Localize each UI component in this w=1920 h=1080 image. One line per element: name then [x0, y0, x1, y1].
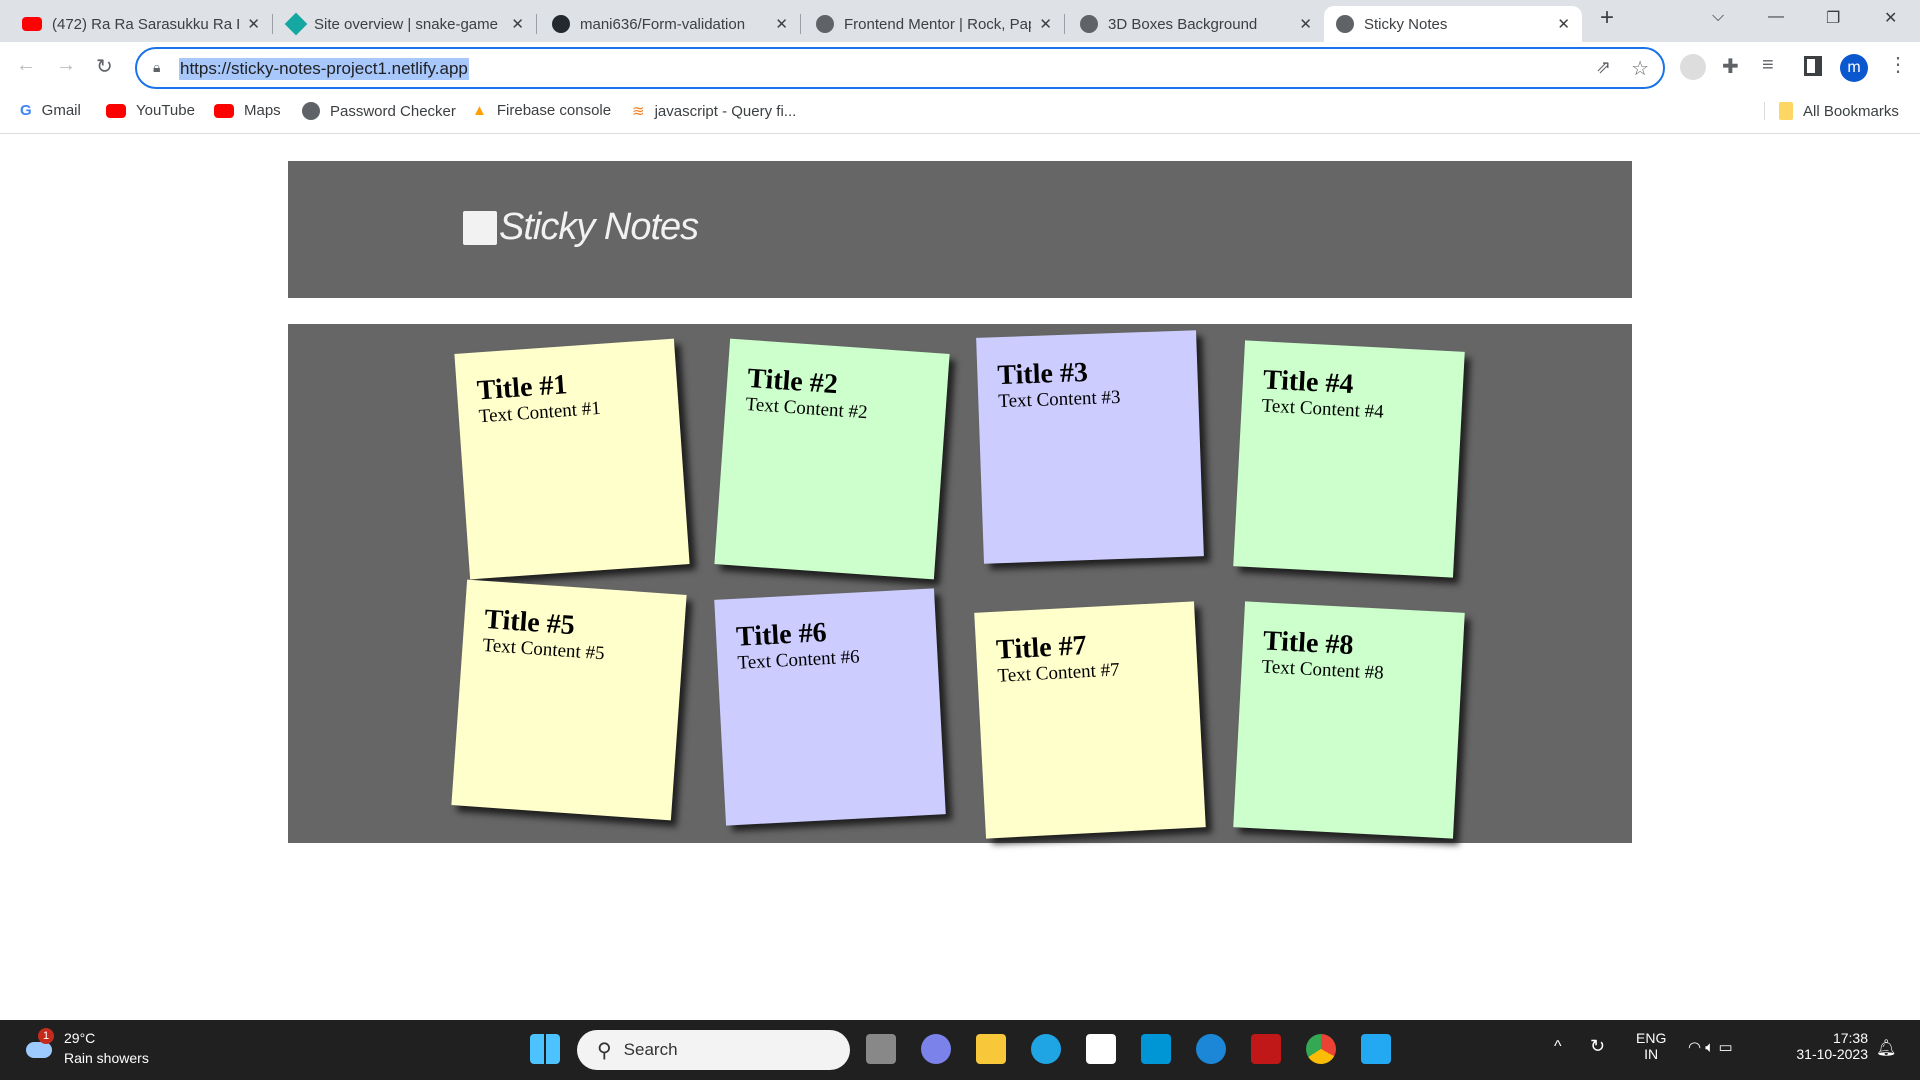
restore-button[interactable]: ❐: [1826, 8, 1840, 28]
menu-icon[interactable]: ⋮: [1888, 52, 1908, 77]
chrome-icon[interactable]: [1306, 1034, 1336, 1064]
globe-icon: [302, 102, 320, 120]
url-text[interactable]: https://sticky-notes-project1.netlify.ap…: [179, 58, 469, 80]
sticky-note[interactable]: Title #7 Text Content #7: [974, 601, 1206, 839]
address-bar[interactable]: 🔒︎ https://sticky-notes-project1.netlify…: [135, 47, 1665, 89]
netlify-icon: [284, 12, 308, 36]
folder-icon: [1779, 102, 1793, 120]
wifi-icon: ◠: [1688, 1039, 1702, 1056]
tab-frontend-mentor[interactable]: Frontend Mentor | Rock, Paper ✕: [804, 6, 1064, 42]
bookmark-star-icon[interactable]: ☆: [1631, 56, 1649, 81]
taskbar: 1 29°C Rain showers ⚲ Search ^ ↻ ENG IN ◠ …: [0, 1020, 1920, 1080]
volume-icon: 🔈︎: [1705, 1039, 1715, 1056]
vscode-icon[interactable]: [1361, 1034, 1391, 1064]
google-icon: G: [20, 102, 32, 119]
close-tab-icon[interactable]: ✕: [1039, 15, 1052, 33]
windows-start-icon[interactable]: [530, 1034, 560, 1064]
weather-temp[interactable]: 29°C: [64, 1030, 95, 1046]
close-tab-icon[interactable]: ✕: [1299, 15, 1312, 33]
tab-sticky-notes[interactable]: Sticky Notes ✕: [1324, 6, 1582, 42]
tab-netlify[interactable]: Site overview | snake-game ✕: [276, 6, 536, 42]
close-window-button[interactable]: ✕: [1884, 8, 1897, 28]
profile-avatar[interactable]: m: [1840, 54, 1868, 82]
bookmarks-bar: G Gmail YouTube Maps Password Checker ▲ Fi…: [0, 92, 1920, 134]
tab-github[interactable]: mani636/Form-validation ✕: [540, 6, 800, 42]
logo: Sticky Notes: [463, 206, 699, 249]
bookmark-gmail[interactable]: G Gmail: [20, 102, 81, 119]
microsoft-store-icon[interactable]: [1086, 1034, 1116, 1064]
myhp-icon[interactable]: [1141, 1034, 1171, 1064]
firebase-icon: ▲: [472, 102, 487, 119]
globe-icon: [1336, 15, 1354, 33]
globe-icon: [1080, 15, 1098, 33]
sticky-note[interactable]: Title #5 Text Content #5: [451, 579, 687, 821]
sticky-note[interactable]: Title #2 Text Content #2: [714, 338, 950, 580]
clock[interactable]: 17:38 31-10-2023: [1788, 1030, 1868, 1062]
tab-youtube[interactable]: (472) Ra Ra Sarasukku Ra Ra ✕: [10, 6, 272, 42]
teams-chat-icon[interactable]: [921, 1034, 951, 1064]
get-help-icon[interactable]: [1196, 1034, 1226, 1064]
bookmark-stackoverflow[interactable]: ≋ javascript - Query fi...: [632, 102, 796, 121]
battery-icon: ▭: [1718, 1039, 1733, 1056]
media-control-icon[interactable]: ≡: [1762, 54, 1774, 77]
edge-icon[interactable]: [1031, 1034, 1061, 1064]
language-indicator[interactable]: ENG IN: [1636, 1030, 1666, 1062]
reload-button[interactable]: ↻: [96, 54, 113, 79]
taskbar-search[interactable]: ⚲ Search: [577, 1030, 850, 1070]
notes-board: Title #1 Text Content #1 Title #2 Text Cont…: [288, 324, 1632, 843]
bookmark-youtube[interactable]: YouTube: [106, 102, 195, 119]
sync-icon[interactable]: ↻: [1590, 1036, 1605, 1057]
globe-icon: [816, 15, 834, 33]
tab-search-icon[interactable]: ⌵: [1712, 8, 1724, 26]
minimize-button[interactable]: —: [1768, 8, 1784, 26]
task-view-icon[interactable]: [866, 1034, 896, 1064]
youtube-icon: [22, 17, 42, 31]
bookmark-maps[interactable]: Maps: [214, 102, 281, 119]
page-header: Sticky Notes: [288, 161, 1632, 298]
stackoverflow-icon: ≋: [632, 103, 645, 120]
file-explorer-icon[interactable]: [976, 1034, 1006, 1064]
side-panel-icon[interactable]: [1804, 56, 1822, 76]
page-title: Sticky Notes: [499, 206, 699, 248]
back-button[interactable]: ←: [16, 54, 36, 77]
github-icon: [552, 15, 570, 33]
sticky-note[interactable]: Title #8 Text Content #8: [1233, 601, 1465, 839]
show-hidden-icons[interactable]: ^: [1554, 1038, 1562, 1056]
sticky-note[interactable]: Title #6 Text Content #6: [714, 588, 946, 826]
weather-badge: 1: [38, 1028, 54, 1044]
bookmark-password-checker[interactable]: Password Checker: [302, 102, 456, 120]
weather-icon[interactable]: 1: [22, 1028, 56, 1066]
sticky-note-icon: [463, 210, 497, 245]
forward-button[interactable]: →: [56, 54, 76, 77]
mcafee-icon[interactable]: [1251, 1034, 1281, 1064]
sticky-note[interactable]: Title #4 Text Content #4: [1233, 340, 1465, 578]
sticky-note[interactable]: Title #1 Text Content #1: [454, 338, 690, 580]
sticky-note[interactable]: Title #3 Text Content #3: [976, 330, 1204, 564]
extensions-puzzle-icon[interactable]: ✚: [1722, 54, 1739, 79]
weather-desc[interactable]: Rain showers: [64, 1050, 149, 1066]
network-volume-battery[interactable]: ◠ 🔈︎ ▭: [1688, 1038, 1733, 1056]
tab-strip: (472) Ra Ra Sarasukku Ra Ra ✕ Site overvi…: [0, 0, 1920, 42]
bookmark-firebase[interactable]: ▲ Firebase console: [472, 102, 611, 119]
close-tab-icon[interactable]: ✕: [775, 15, 788, 33]
close-tab-icon[interactable]: ✕: [247, 15, 260, 33]
notifications-icon[interactable]: 🔔︎: [1876, 1038, 1896, 1058]
all-bookmarks[interactable]: All Bookmarks: [1764, 102, 1899, 120]
new-tab-button[interactable]: +: [1600, 4, 1614, 32]
extension-icon[interactable]: [1680, 54, 1706, 80]
browser-toolbar: ← → ↻ 🔒︎ https://sticky-notes-project1.n…: [0, 42, 1920, 92]
youtube-icon: [214, 103, 234, 118]
close-tab-icon[interactable]: ✕: [511, 15, 524, 33]
search-icon: ⚲: [597, 1039, 612, 1062]
youtube-icon: [106, 103, 126, 118]
lock-icon: 🔒︎: [153, 59, 161, 75]
tab-3d-boxes[interactable]: 3D Boxes Background ✕: [1068, 6, 1324, 42]
close-tab-icon[interactable]: ✕: [1557, 15, 1570, 33]
share-icon[interactable]: ⇗: [1596, 57, 1611, 78]
